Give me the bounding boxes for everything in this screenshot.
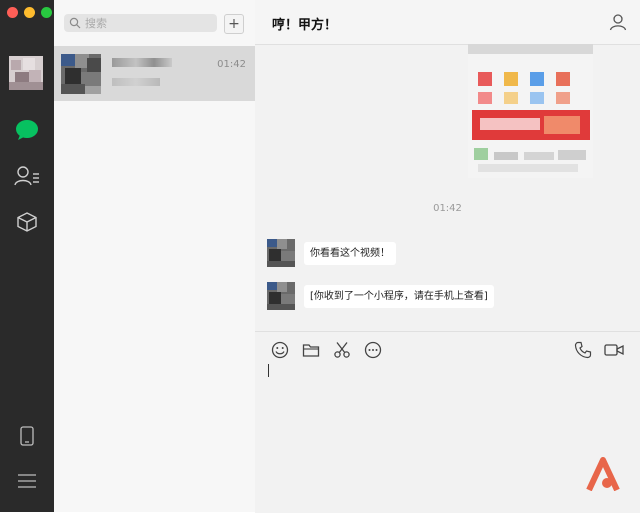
minimize-window-button[interactable]: [24, 7, 35, 18]
chats-tab[interactable]: [14, 117, 40, 143]
phone-call-icon[interactable]: [574, 341, 592, 359]
favorites-tab[interactable]: [14, 209, 40, 235]
logo-watermark-icon: [586, 457, 620, 491]
conversation-avatar: [61, 54, 101, 94]
search-box[interactable]: 搜索: [64, 14, 217, 32]
wechat-window: 搜索 + 01:42 哼！甲方！ 01:42 你看看这个视频！ [你收到了一个小…: [0, 0, 640, 513]
message-time-divider: 01:42: [433, 203, 462, 214]
traffic-lights: [7, 7, 52, 18]
message-row: 你看看这个视频！: [267, 239, 396, 267]
text-cursor[interactable]: [268, 364, 269, 377]
menu-icon: [18, 474, 36, 488]
conversation-name-pixelated: [112, 58, 172, 67]
close-window-button[interactable]: [7, 7, 18, 18]
my-avatar[interactable]: [9, 56, 43, 90]
chat-title: 哼！甲方！: [272, 18, 338, 33]
message-bubble[interactable]: 你看看这个视频！: [304, 241, 396, 265]
zoom-window-button[interactable]: [41, 7, 52, 18]
conversation-preview-pixelated: [112, 78, 160, 86]
sender-avatar[interactable]: [267, 282, 295, 310]
conversation-list-pane: 搜索 + 01:42: [54, 0, 256, 512]
chat-bubble-icon: [16, 120, 38, 140]
conversation-time: 01:42: [217, 59, 246, 70]
message-composer: [255, 331, 640, 513]
conversation-item[interactable]: 01:42: [54, 46, 255, 101]
phone-icon: [20, 426, 34, 446]
search-placeholder: 搜索: [85, 17, 107, 30]
search-icon: [69, 17, 81, 29]
message-bubble[interactable]: [你收到了一个小程序，请在手机上查看]: [304, 284, 494, 308]
shared-image-message[interactable]: [468, 44, 593, 178]
folder-icon[interactable]: [302, 341, 320, 359]
scissors-icon[interactable]: [333, 341, 351, 359]
sender-avatar[interactable]: [267, 239, 295, 267]
menu-button[interactable]: [14, 468, 40, 494]
chat-header: 哼！甲方！: [255, 0, 640, 45]
video-call-icon[interactable]: [604, 341, 624, 359]
chat-pane: 哼！甲方！ 01:42 你看看这个视频！ [你收到了一个小程序，请在手机上查看]: [255, 0, 640, 513]
chat-dots-icon[interactable]: [364, 341, 382, 359]
contacts-icon: [14, 166, 39, 186]
emoji-icon[interactable]: [271, 341, 289, 359]
phone-tab[interactable]: [14, 423, 40, 449]
add-chat-button[interactable]: +: [224, 14, 244, 34]
message-row: [你收到了一个小程序，请在手机上查看]: [267, 282, 494, 310]
person-icon[interactable]: [609, 13, 627, 31]
left-rail: [0, 0, 54, 512]
box-icon: [17, 212, 37, 232]
contacts-tab[interactable]: [14, 163, 40, 189]
